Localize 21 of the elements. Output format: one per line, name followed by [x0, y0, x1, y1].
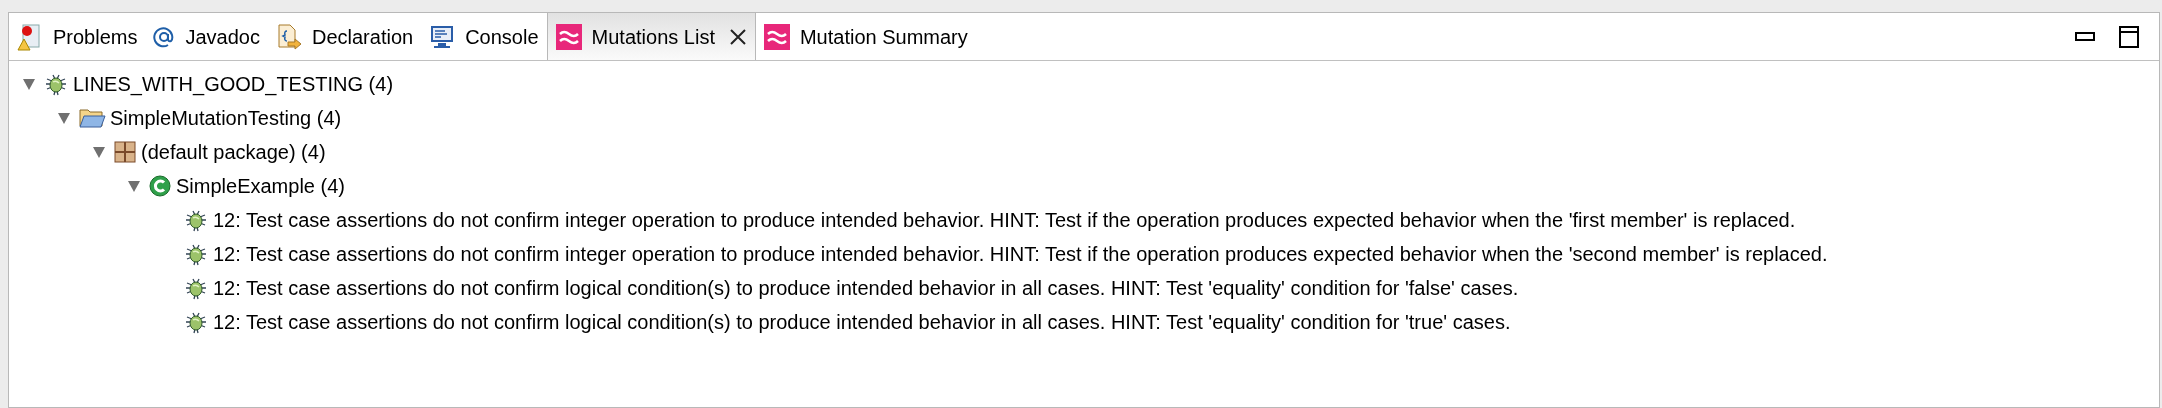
tree-item-label[interactable]: (default package) (4) [141, 137, 326, 167]
problems-icon [17, 22, 43, 51]
tree-item-label[interactable]: 12: Test case assertions do not confirm logical condition(s) to produce intended behavior in all cases. HINT: Test 'equality' condition for 'true' cases. [213, 307, 1511, 337]
at-sign-icon [153, 25, 176, 48]
folder-icon [78, 106, 106, 130]
wave-icon [763, 23, 790, 50]
maximize-icon[interactable] [2119, 25, 2139, 48]
tab[interactable]: Mutations List [546, 13, 756, 60]
wave-icon [555, 23, 582, 50]
document-arrow-icon [276, 22, 302, 51]
tree-item-label[interactable]: SimpleMutationTesting (4) [110, 103, 342, 133]
tree-item-label[interactable]: 12: Test case assertions do not confirm logical condition(s) to produce intended behavior in all cases. HINT: Test 'equality' condition for 'false' cases. [213, 273, 1519, 303]
tree-item-label[interactable]: 12: Test case assertions do not confirm integer operation to produce intended behavior. HINT: Test if the operation produces expected behavior when the 'second member' is replaced. [213, 239, 1828, 269]
tree-item-label[interactable]: SimpleExample (4) [176, 171, 345, 201]
monitor-icon [429, 23, 456, 50]
tree-item-label[interactable]: LINES_WITH_GOOD_TESTING (4) [73, 69, 394, 99]
class-icon [148, 174, 172, 198]
close-icon[interactable] [728, 27, 747, 46]
tree-item-label[interactable]: 12: Test case assertions do not confirm integer operation to produce intended behavior. HINT: Test if the operation produces expected behavior when the 'first member' is replaced. [213, 205, 1796, 235]
minimize-icon[interactable] [2075, 31, 2095, 42]
package-icon [113, 140, 137, 164]
